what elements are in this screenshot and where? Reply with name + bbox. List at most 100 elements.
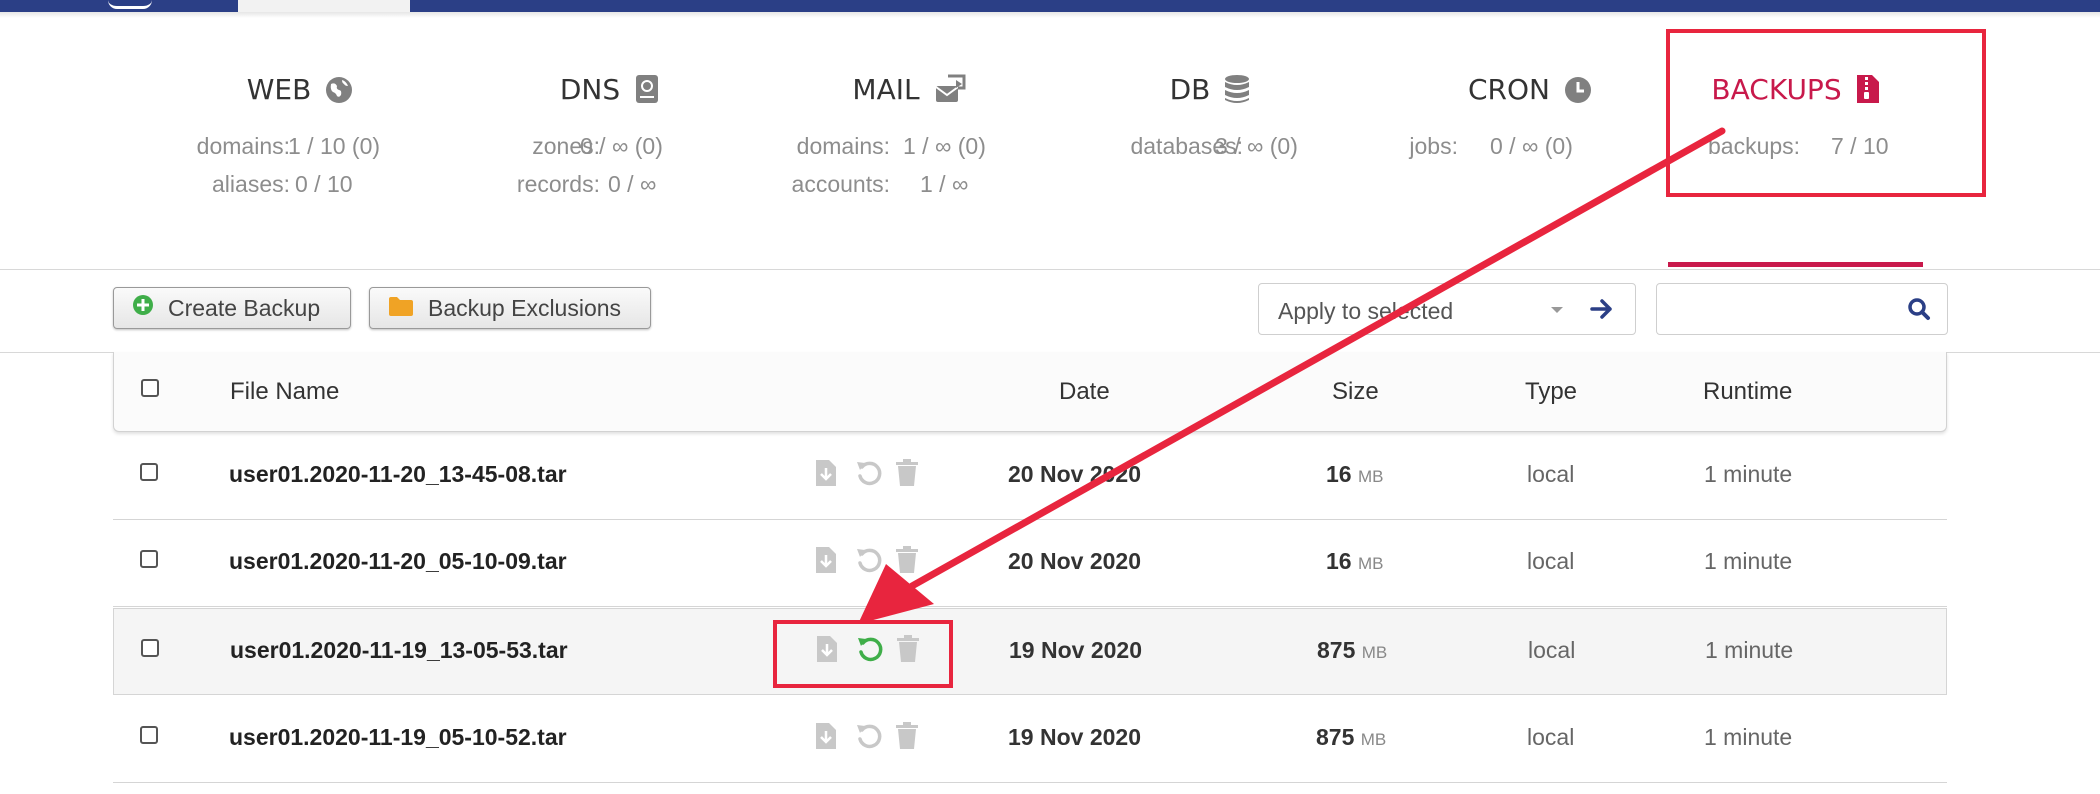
row-actions (815, 546, 923, 576)
row-checkbox[interactable] (140, 726, 158, 744)
backup-type: local (1527, 724, 1575, 750)
stat-value: 0 / ∞ (0) (580, 133, 663, 159)
stat-label: domains: (196, 133, 290, 159)
bulk-action-value: Apply to selected (1278, 298, 1454, 324)
restore-icon[interactable] (855, 722, 883, 752)
table-header: File Name Date Size Type Runtime (113, 352, 1947, 432)
plus-circle-icon (132, 294, 154, 322)
database-icon (1224, 74, 1250, 111)
active-nav-tab[interactable] (238, 0, 410, 12)
stat-label: jobs: (1409, 133, 1458, 159)
backup-type: local (1527, 461, 1575, 487)
column-size[interactable]: Size (1332, 378, 1379, 406)
stat-title-cron: CRON (1380, 73, 1680, 111)
stat-label: aliases: (212, 171, 290, 197)
stat-value: 0 / 10 (295, 171, 353, 197)
row-actions (815, 459, 923, 489)
size-value: 16 (1326, 461, 1352, 487)
size-unit: MB (1357, 467, 1384, 486)
backup-file-name[interactable]: user01.2020-11-20_13-45-08.tar (229, 461, 567, 488)
stat-title-mail: MAIL (760, 73, 1060, 111)
backup-runtime: 1 minute (1704, 548, 1793, 574)
stat-value: 1 / ∞ (0) (903, 133, 986, 159)
stat-title-db: DB (1060, 73, 1360, 111)
backup-size: 16 MB (1326, 548, 1383, 575)
backup-size: 16 MB (1326, 461, 1383, 488)
size-unit: MB (1357, 554, 1384, 573)
search-icon[interactable] (1907, 297, 1931, 325)
mail-forward-icon (934, 74, 968, 111)
size-value: 875 (1317, 637, 1356, 663)
annotation-box-restore (773, 620, 953, 688)
active-stat-underline (1668, 262, 1923, 267)
stat-value: 0 / ∞ (608, 171, 657, 197)
globe-icon (325, 76, 353, 111)
table-row[interactable]: user01.2020-11-20_13-45-08.tar 20 Nov 202… (113, 433, 1947, 520)
backup-file-name[interactable]: user01.2020-11-19_13-05-53.tar (230, 637, 568, 664)
row-actions (815, 722, 923, 752)
stat-value: 0 / ∞ (0) (1490, 133, 1573, 159)
table-row[interactable]: user01.2020-11-20_05-10-09.tar 20 Nov 202… (113, 520, 1947, 607)
backup-size: 875 MB (1316, 724, 1386, 751)
restore-icon[interactable] (855, 546, 883, 576)
column-file-name[interactable]: File Name (230, 378, 339, 406)
stat-mail[interactable]: MAIL domains: 1 / ∞ (0) accounts: 1 / ∞ (760, 28, 1060, 268)
address-book-icon (634, 74, 660, 111)
stat-dns[interactable]: DNS zones: 0 / ∞ (0) records: 0 / ∞ (460, 28, 760, 268)
bulk-action-select[interactable]: Apply to selected (1258, 283, 1636, 335)
stat-label: accounts: (791, 171, 890, 197)
search-input[interactable] (1665, 290, 1899, 330)
size-value: 875 (1316, 724, 1355, 750)
size-unit: MB (1360, 730, 1387, 749)
stat-db[interactable]: DB databases: 3 / ∞ (0) (1060, 28, 1360, 268)
column-runtime[interactable]: Runtime (1703, 378, 1792, 406)
column-date[interactable]: Date (1059, 378, 1110, 406)
caret-down-icon (1551, 307, 1563, 313)
backup-date: 20 Nov 2020 (1008, 461, 1141, 487)
backup-runtime: 1 minute (1705, 637, 1794, 663)
backup-runtime: 1 minute (1704, 724, 1793, 750)
stat-label: records: (516, 171, 600, 197)
delete-icon[interactable] (895, 546, 923, 576)
stat-value: 1 / 10 (0) (288, 133, 381, 159)
download-icon[interactable] (815, 459, 843, 489)
create-backup-button[interactable]: Create Backup (113, 287, 351, 329)
stat-web[interactable]: WEB domains: 1 / 10 (0) aliases: 0 / 10 (150, 28, 450, 268)
size-value: 16 (1326, 548, 1352, 574)
stat-cron[interactable]: CRON jobs: 0 / ∞ (0) (1380, 28, 1680, 268)
top-nav-shadow (0, 12, 2100, 18)
backup-size: 875 MB (1317, 637, 1387, 664)
backup-file-name[interactable]: user01.2020-11-20_05-10-09.tar (229, 548, 567, 575)
download-icon[interactable] (815, 546, 843, 576)
search-box (1656, 283, 1948, 335)
backup-date: 20 Nov 2020 (1008, 548, 1141, 574)
delete-icon[interactable] (895, 459, 923, 489)
backup-exclusions-button[interactable]: Backup Exclusions (369, 287, 651, 329)
backup-date: 19 Nov 2020 (1008, 724, 1141, 750)
stat-label: domains: (796, 133, 890, 159)
row-checkbox[interactable] (141, 639, 159, 657)
column-type[interactable]: Type (1525, 378, 1577, 406)
delete-icon[interactable] (895, 722, 923, 752)
table-row[interactable]: user01.2020-11-19_05-10-52.tar 19 Nov 202… (113, 696, 1947, 783)
table-row[interactable]: user01.2020-11-19_13-05-53.tar 19 Nov 202… (113, 608, 1947, 695)
restore-icon[interactable] (855, 459, 883, 489)
download-icon[interactable] (815, 722, 843, 752)
stat-title-web: WEB (150, 73, 450, 111)
backup-type: local (1528, 637, 1576, 663)
logo (108, 0, 152, 9)
row-checkbox[interactable] (140, 550, 158, 568)
backup-type: local (1527, 548, 1575, 574)
select-all-checkbox[interactable] (141, 379, 159, 397)
annotation-box-backups (1666, 29, 1986, 197)
size-unit: MB (1361, 643, 1388, 662)
arrow-right-icon[interactable] (1589, 294, 1615, 328)
folder-icon (388, 295, 414, 322)
top-nav-bar (0, 0, 2100, 12)
clock-icon (1564, 76, 1592, 111)
backup-date: 19 Nov 2020 (1009, 637, 1142, 663)
backup-runtime: 1 minute (1704, 461, 1793, 487)
stat-title-dns: DNS (460, 73, 760, 111)
row-checkbox[interactable] (140, 463, 158, 481)
backup-file-name[interactable]: user01.2020-11-19_05-10-52.tar (229, 724, 567, 751)
